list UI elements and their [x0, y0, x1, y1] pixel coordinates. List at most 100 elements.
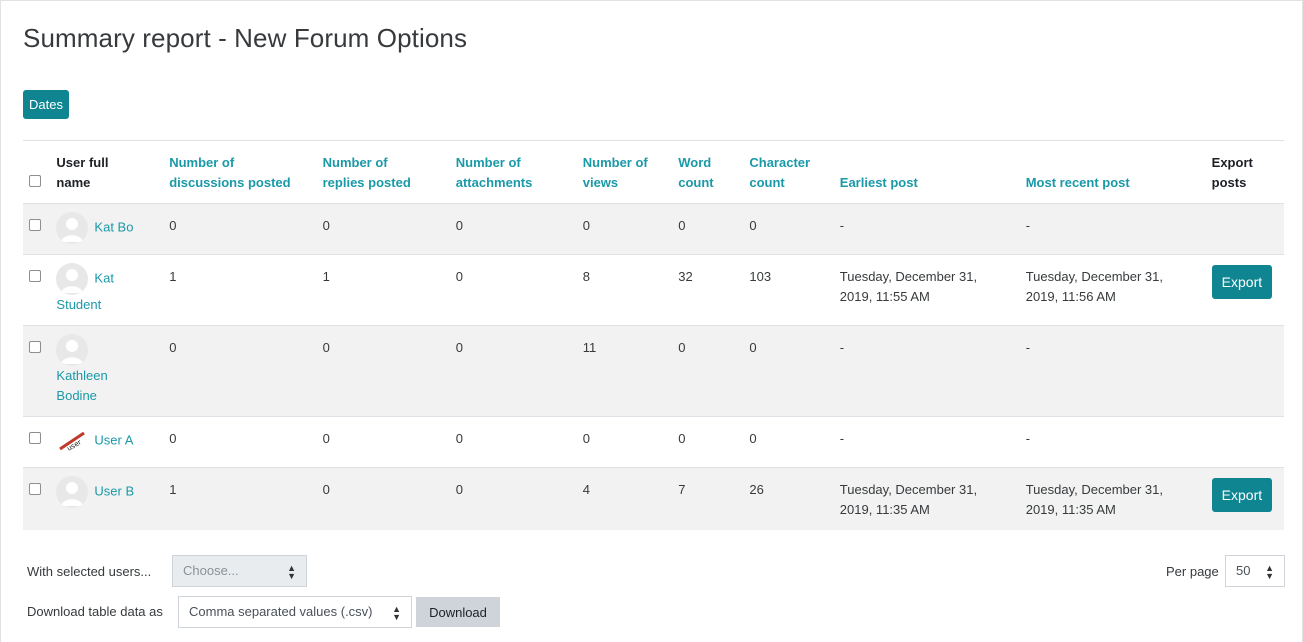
discussions-cell: 0 — [163, 416, 317, 468]
export-cell — [1205, 416, 1284, 468]
header-earliest-post[interactable]: Earliest post — [833, 140, 1020, 204]
bulk-action-value: Choose... — [183, 563, 239, 578]
bulk-action-select[interactable]: Choose... ▲ ▼ — [172, 555, 307, 587]
earliest-post-cell: - — [833, 325, 1020, 417]
replies-cell: 0 — [316, 203, 450, 255]
table-row: Kat Student 1 1 0 8 32 103 Tuesday, December 31,… — [23, 254, 1284, 326]
select-arrows-icon: ▲ ▼ — [392, 604, 401, 622]
per-page-label: Per page — [1166, 564, 1219, 579]
user-name-link[interactable]: User A — [94, 432, 133, 447]
attachments-cell: 0 — [449, 203, 577, 255]
header-word-count[interactable]: Word count — [672, 140, 744, 204]
user-name-link[interactable]: Kat — [94, 270, 114, 285]
user-name-link[interactable]: Kathleen — [56, 368, 107, 383]
table-row: Kathleen Bodine 0 0 0 11 0 0- - — [23, 325, 1284, 417]
user-name-link-cont[interactable]: Student — [56, 297, 101, 312]
user-cell: User B — [50, 467, 164, 530]
replies-cell: 0 — [316, 325, 450, 417]
recent-post-cell: - — [1019, 416, 1206, 468]
download-format-value: Comma separated values (.csv) — [189, 604, 373, 619]
row-checkbox[interactable] — [29, 483, 41, 495]
word-count-cell: 0 — [672, 416, 744, 468]
views-cell: 4 — [576, 467, 673, 530]
row-select-cell — [23, 203, 51, 255]
earliest-post-cell: Tuesday, December 31, 2019, 11:35 AM — [833, 467, 1020, 530]
table-row: Kat Bo 0 0 0 0 0 0- - — [23, 203, 1284, 255]
per-page-value: 50 — [1236, 563, 1251, 578]
row-checkbox[interactable] — [29, 432, 41, 444]
per-page-select[interactable]: 50 ▲ ▼ — [1225, 555, 1285, 587]
default-avatar-icon[interactable] — [56, 334, 89, 366]
default-avatar-icon[interactable] — [56, 263, 89, 295]
header-attachments[interactable]: Number of attachments — [449, 140, 577, 204]
header-discussions[interactable]: Number of discussions posted — [163, 140, 317, 204]
export-cell: Export — [1205, 254, 1284, 326]
default-avatar-icon[interactable] — [56, 476, 89, 508]
word-count-cell: 0 — [672, 325, 744, 417]
discussions-cell: 1 — [163, 254, 317, 326]
select-all-checkbox[interactable] — [29, 175, 41, 187]
recent-post-cell: Tuesday, December 31, 2019, 11:56 AM — [1019, 254, 1206, 326]
default-avatar-icon[interactable] — [56, 212, 89, 244]
bulk-action-label: With selected users... — [27, 564, 152, 579]
summary-table: User full name Number of discussions poste… — [23, 140, 1284, 530]
row-select-cell — [23, 254, 51, 326]
export-button[interactable]: Export — [1211, 478, 1273, 512]
user-name-link-cont[interactable]: Bodine — [56, 388, 96, 403]
row-checkbox[interactable] — [29, 270, 41, 282]
recent-post-cell: - — [1019, 325, 1206, 417]
table-header-row: User full name Number of discussions poste… — [23, 140, 1284, 204]
replies-cell: 1 — [316, 254, 450, 326]
export-cell — [1205, 203, 1284, 255]
discussions-cell: 1 — [163, 467, 317, 530]
word-count-cell: 32 — [672, 254, 744, 326]
attachments-cell: 0 — [449, 467, 577, 530]
row-checkbox[interactable] — [29, 341, 41, 353]
char-count-cell: 26 — [743, 467, 834, 530]
attachments-cell: 0 — [449, 254, 577, 326]
export-button[interactable]: Export — [1211, 265, 1273, 299]
export-cell — [1205, 325, 1284, 417]
row-checkbox[interactable] — [29, 219, 41, 231]
replies-cell: 0 — [316, 467, 450, 530]
select-all-cell — [23, 140, 51, 204]
char-count-cell: 0 — [743, 325, 834, 417]
word-count-cell: 7 — [672, 467, 744, 530]
page-title: Summary report - New Forum Options — [23, 23, 468, 53]
user-name-link[interactable]: User B — [94, 483, 134, 498]
views-cell: 0 — [576, 203, 673, 255]
header-user-full-name[interactable]: User full name — [50, 140, 164, 204]
discussions-cell: 0 — [163, 203, 317, 255]
attachments-cell: 0 — [449, 325, 577, 417]
earliest-post-cell: - — [833, 416, 1020, 468]
header-views[interactable]: Number of views — [576, 140, 673, 204]
replies-cell: 0 — [316, 416, 450, 468]
views-cell: 11 — [576, 325, 673, 417]
summary-report-page: Summary report - New Forum Options Dates… — [0, 0, 1303, 642]
user-cell: Kat Bo — [50, 203, 164, 255]
table-row: User B 1 0 0 4 7 26 Tuesday, December 31, 2019, … — [23, 467, 1284, 530]
user-cell: user User A — [50, 416, 164, 468]
row-select-cell — [23, 467, 51, 530]
dates-button[interactable]: Dates — [23, 90, 69, 119]
user-name-link[interactable]: Kat Bo — [94, 219, 133, 234]
views-cell: 0 — [576, 416, 673, 468]
char-count-cell: 103 — [743, 254, 834, 326]
earliest-post-cell: - — [833, 203, 1020, 255]
header-most-recent-post[interactable]: Most recent post — [1019, 140, 1206, 204]
header-replies[interactable]: Number of replies posted — [316, 140, 450, 204]
char-count-cell: 0 — [743, 416, 834, 468]
attachments-cell: 0 — [449, 416, 577, 468]
download-format-select[interactable]: Comma separated values (.csv) ▲ ▼ — [178, 596, 412, 628]
char-count-cell: 0 — [743, 203, 834, 255]
user-cell: Kathleen Bodine — [50, 325, 164, 417]
download-button[interactable]: Download — [416, 597, 500, 627]
header-export-posts: Export posts — [1205, 140, 1284, 204]
export-cell: Export — [1205, 467, 1284, 530]
row-select-cell — [23, 416, 51, 468]
header-character-count[interactable]: Character count — [743, 140, 834, 204]
custom-user-avatar-icon[interactable]: user — [56, 425, 88, 457]
user-cell: Kat Student — [50, 254, 164, 326]
select-arrows-icon: ▲ ▼ — [1265, 563, 1274, 581]
recent-post-cell: - — [1019, 203, 1206, 255]
